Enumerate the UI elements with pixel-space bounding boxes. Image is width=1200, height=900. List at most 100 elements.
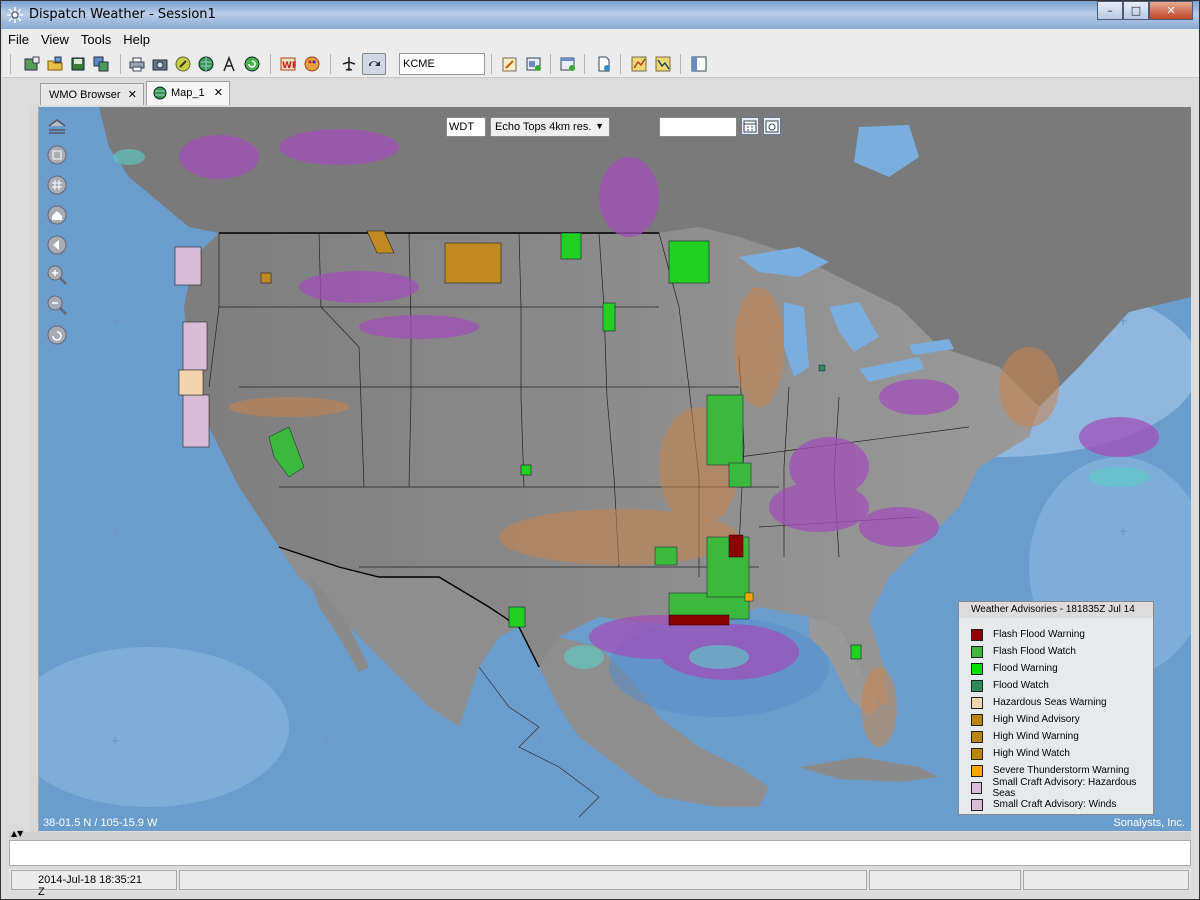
time-field[interactable] (659, 117, 737, 137)
globe-icon[interactable] (196, 54, 216, 74)
legend-title: Weather Advisories - 181835Z Jul 14 (959, 602, 1153, 618)
close-tab-icon[interactable]: ✕ (128, 88, 137, 101)
legend-swatch (971, 662, 983, 675)
title-bar[interactable]: Dispatch Weather - Session1 – □ ✕ (1, 1, 1199, 29)
legend-swatch (971, 764, 983, 777)
coordinate-readout: 38-01.5 N / 105-15.9 W (43, 817, 158, 829)
chart-b-icon[interactable] (653, 54, 673, 74)
legend-label: Small Craft Advisory: Winds (993, 799, 1117, 810)
legend-label: High Wind Watch (993, 748, 1070, 759)
legend-swatch (971, 713, 983, 726)
main-toolbar: WP (2, 50, 1199, 78)
tab-wmo-browser[interactable]: WMO Browser ✕ (40, 83, 144, 105)
legend-swatch (971, 628, 983, 641)
tab-label: Map_1 (171, 87, 205, 99)
window-title: Dispatch Weather - Session1 (29, 7, 216, 22)
hazardous-seas-warning-zone (178, 369, 204, 396)
application-window: Dispatch Weather - Session1 – □ ✕ File V… (0, 0, 1200, 900)
left-splitter[interactable] (29, 80, 39, 832)
zoom-out-icon[interactable] (45, 293, 69, 317)
route-icon[interactable] (219, 54, 239, 74)
legend-label: Flash Flood Warning (993, 629, 1085, 640)
map-tool-column (45, 113, 73, 353)
maximize-button[interactable]: □ (1123, 1, 1149, 20)
refresh-icon[interactable] (242, 54, 262, 74)
legend-label: High Wind Warning (993, 731, 1079, 742)
toolbar-separator (550, 54, 551, 74)
zoom-in-icon[interactable] (45, 263, 69, 287)
aircraft-icon[interactable] (339, 54, 359, 74)
close-window-button[interactable]: ✕ (1149, 1, 1193, 20)
menu-bar: File View Tools Help (2, 29, 1199, 50)
menu-view[interactable]: View (35, 29, 75, 50)
svg-text:WP: WP (282, 61, 296, 71)
print-icon[interactable] (127, 54, 147, 74)
panel-icon[interactable] (689, 54, 709, 74)
document-icon[interactable] (594, 54, 614, 74)
grid-icon[interactable] (45, 173, 69, 197)
tab-strip: WMO Browser ✕ Map_1 ✕ (9, 80, 1199, 106)
edit-note-icon[interactable] (500, 54, 520, 74)
zoom-box-icon[interactable] (45, 143, 69, 167)
legend-item: High Wind Advisory (971, 711, 1153, 728)
menu-help[interactable]: Help (117, 29, 156, 50)
camera-icon[interactable] (150, 54, 170, 74)
legend-label: Severe Thunderstorm Warning (993, 765, 1130, 776)
product-code-field[interactable]: WDT (446, 117, 486, 137)
legend-swatch (971, 781, 983, 794)
product-dropdown[interactable]: Echo Tops 4km res. ▼ (490, 117, 610, 137)
legend-swatch (971, 679, 983, 692)
split-pane-divider[interactable]: ▲▼ (9, 829, 1191, 840)
map-view[interactable]: WDT Echo Tops 4km res. ▼ Weather Advisor… (39, 107, 1191, 831)
legend-item: Small Craft Advisory: Hazardous Seas (971, 777, 1153, 799)
palette-icon[interactable] (302, 54, 322, 74)
legend-label: Flood Warning (993, 663, 1058, 674)
product-dropdown-value: Echo Tops 4km res. (495, 121, 592, 133)
close-tab-icon[interactable]: ✕ (214, 86, 223, 99)
layers-icon[interactable] (91, 54, 111, 74)
map-credit: Sonalysts, Inc. (1113, 817, 1185, 829)
legend-swatch (971, 696, 983, 709)
legend-label: Flash Flood Watch (993, 646, 1076, 657)
menu-file[interactable]: File (2, 29, 35, 50)
station-input[interactable] (399, 53, 485, 75)
calendar-icon[interactable] (741, 117, 759, 135)
tab-label: WMO Browser (49, 89, 121, 101)
severe-thunderstorm-warning-zone (744, 592, 754, 602)
minimize-button[interactable]: – (1097, 1, 1123, 20)
status-bar: 2014-Jul-18 18:35:21 Z (9, 869, 1191, 898)
toolbar-separator (680, 54, 681, 74)
menu-tools[interactable]: Tools (75, 29, 117, 50)
new-map-icon[interactable] (22, 54, 42, 74)
back-icon[interactable] (45, 233, 69, 257)
legend-list: Flash Flood Warning Flash Flood Watch Fl… (971, 626, 1153, 813)
compass-icon[interactable] (173, 54, 193, 74)
legend-item: Hazardous Seas Warning (971, 694, 1153, 711)
tab-map-1[interactable]: Map_1 ✕ (146, 81, 230, 105)
loop-icon[interactable] (362, 53, 386, 75)
message-console[interactable] (9, 840, 1191, 866)
status-cell (869, 870, 1021, 890)
add-window-icon[interactable] (558, 54, 578, 74)
legend-swatch (971, 645, 983, 658)
toolbar-separator (330, 54, 331, 74)
legend-label: Flood Watch (993, 680, 1049, 691)
open-icon[interactable] (45, 54, 65, 74)
collapse-arrows-icon[interactable]: ▲▼ (11, 829, 23, 838)
add-layer-icon[interactable] (524, 54, 544, 74)
legend-swatch (971, 798, 983, 811)
toolbar-separator (120, 54, 121, 74)
home-icon[interactable] (45, 203, 69, 227)
status-cell (1023, 870, 1189, 890)
legend-item: Flood Watch (971, 677, 1153, 694)
chart-a-icon[interactable] (629, 54, 649, 74)
home-layers-icon[interactable] (45, 113, 69, 137)
legend-item: Small Craft Advisory: Winds (971, 796, 1153, 813)
toolbar-separator (10, 54, 11, 74)
save-image-icon[interactable] (68, 54, 88, 74)
wp-icon[interactable]: WP (278, 54, 298, 74)
time-settings-icon[interactable] (763, 117, 781, 135)
toolbar-separator (584, 54, 585, 74)
rotate-icon[interactable] (45, 323, 69, 347)
legend-swatch (971, 747, 983, 760)
